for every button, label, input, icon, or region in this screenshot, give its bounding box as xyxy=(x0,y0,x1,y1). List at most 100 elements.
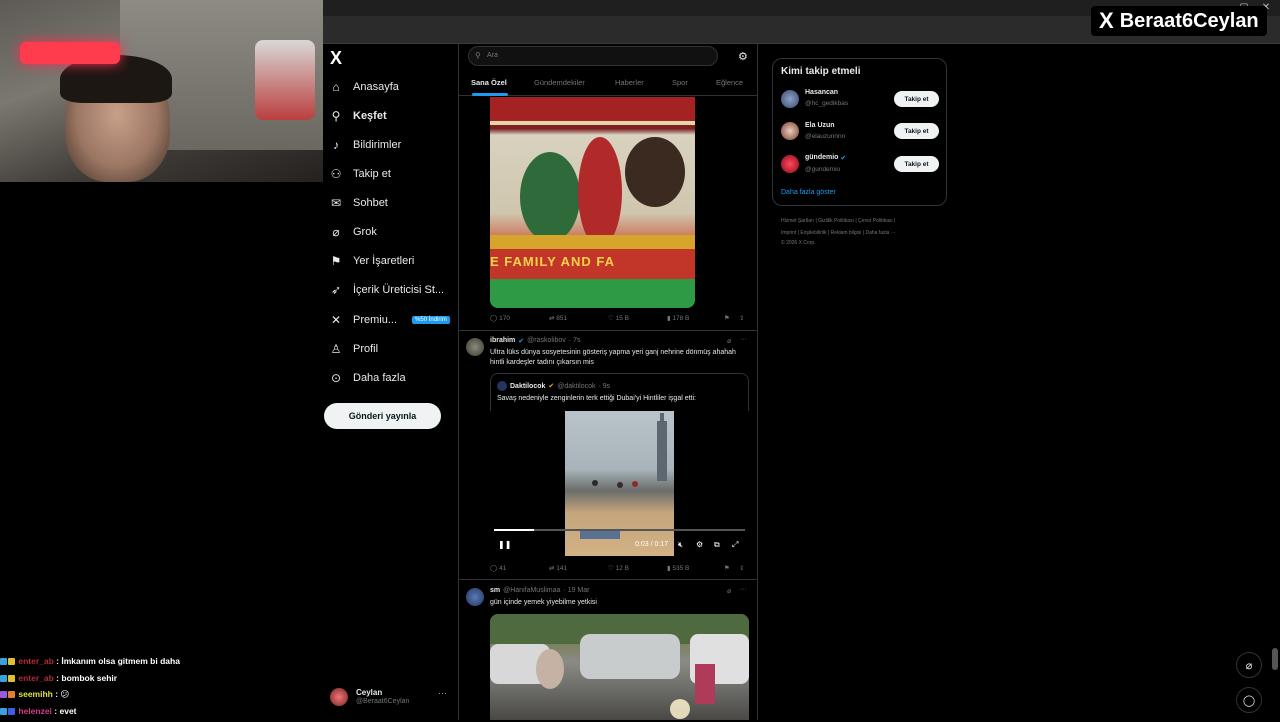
post1-actions: ◯ 170 ⇄ 851 ♡ 15 B ▮ 178 B ⚑ ⇪ xyxy=(490,314,750,324)
settings-icon[interactable]: ⚙ xyxy=(696,540,703,549)
gear-icon[interactable]: ⚙ xyxy=(738,50,748,63)
video-player[interactable]: ❚❚ 0:03 / 0:17 🔇︎ ⚙ ⧉ ⤢ xyxy=(490,411,749,556)
share-icon[interactable]: ⇪ xyxy=(739,314,744,322)
more-icon[interactable]: ··· xyxy=(438,688,447,698)
nav-item-bildirimler[interactable]: ♪ Bildirimler xyxy=(330,135,401,155)
bell-icon: ♪ xyxy=(333,138,339,152)
grok-icon[interactable]: ⌀ xyxy=(727,337,731,345)
repost-button[interactable]: ⇄ 141 xyxy=(549,564,567,572)
page-scrollbar[interactable] xyxy=(1272,648,1278,670)
mail-icon: ✉ xyxy=(330,196,342,210)
grok-float-button[interactable]: ⌀ xyxy=(1236,652,1262,678)
quote-header: Daktilocok ✔ @daktilocok · 9s xyxy=(497,381,610,391)
chat-username: helenzei xyxy=(18,706,52,716)
x-home-logo-icon[interactable]: X xyxy=(330,48,342,69)
bookmark-icon[interactable]: ⚑ xyxy=(724,564,730,572)
webcam-overlay xyxy=(0,0,323,182)
search-icon: ⚲ xyxy=(475,51,481,60)
suggestion-name[interactable]: gündemio xyxy=(805,154,838,162)
show-more-link[interactable]: Daha fazla göster xyxy=(781,189,836,196)
verified-icon: ✔ xyxy=(840,155,847,162)
who-to-follow-title: Kimi takip etmeli xyxy=(781,66,861,77)
pause-icon[interactable]: ❚❚ xyxy=(498,540,511,549)
nav-item-kesfet[interactable]: ⚲ Keşfet xyxy=(330,106,387,126)
tab-sana-ozel[interactable]: Sana Özel xyxy=(471,78,507,87)
follow-button[interactable]: Takip et xyxy=(894,91,939,107)
like-button[interactable]: ♡ 12 B xyxy=(608,564,629,572)
chat-message: enter_ab : bombok sehir xyxy=(0,673,323,689)
chat-username: enter_ab xyxy=(18,673,54,683)
footer-copyright: © 2026 X Corp. xyxy=(781,240,816,246)
post-button[interactable]: Gönderi yayınla xyxy=(324,403,441,429)
tab-gundemdekiler[interactable]: Gündemdekiler xyxy=(534,78,585,87)
nav-item-yer-isaretleri[interactable]: ⚑ Yer İşaretleri xyxy=(330,251,415,271)
footer-links-row1[interactable]: Hizmet Şartları | Gizlilik Politikası | … xyxy=(781,215,946,227)
post-text: Ultra lüks dünya sosyetesinin gösteriş y… xyxy=(490,349,736,366)
nav-item-icerik-ureticisi[interactable]: ➶ İçerik Üreticisi St... xyxy=(330,280,444,300)
more-icon[interactable]: ··· xyxy=(740,586,747,593)
post-media-image[interactable] xyxy=(490,97,695,308)
avatar[interactable] xyxy=(781,90,799,108)
quote-author-name: Daktilocok xyxy=(510,382,546,390)
nav-item-grok[interactable]: ⌀ Grok xyxy=(330,222,376,242)
nav-item-anasayfa[interactable]: ⌂ Anasayfa xyxy=(330,77,399,97)
bookmark-icon[interactable]: ⚑ xyxy=(724,314,730,322)
tab-spor[interactable]: Spor xyxy=(672,78,688,87)
suggestion-handle: @gundemio xyxy=(805,166,841,173)
pip-icon[interactable]: ⧉ xyxy=(714,540,720,550)
account-handle: @Beraat6Ceylan xyxy=(356,698,410,705)
chat-username: enter_ab xyxy=(18,656,54,666)
messages-float-button[interactable]: ◯ xyxy=(1236,687,1262,713)
video-progress-bar[interactable] xyxy=(494,529,745,531)
follow-button[interactable]: Takip et xyxy=(894,156,939,172)
fullscreen-icon[interactable]: ⤢ xyxy=(732,540,738,550)
post3-header: sm @HanifaMuslimaa · 19 Mar xyxy=(490,587,589,594)
avatar[interactable] xyxy=(466,338,484,356)
author-handle[interactable]: @raskolibov xyxy=(527,337,566,345)
repost-button[interactable]: ⇄ 851 xyxy=(549,314,567,322)
mute-icon[interactable]: 🔇︎ xyxy=(678,540,683,550)
nav-item-sohbet[interactable]: ✉ Sohbet xyxy=(330,193,388,213)
nav-item-premium[interactable]: ✕ Premiu... %50 İndirim xyxy=(330,310,450,330)
chat-text: evet xyxy=(59,706,77,716)
suggestion-name[interactable]: Ela Uzun xyxy=(805,122,835,129)
views-button[interactable]: ▮ 535 B xyxy=(667,564,689,572)
avatar xyxy=(330,688,348,706)
follow-button[interactable]: Takip et xyxy=(894,123,939,139)
tab-eglence[interactable]: Eğlence xyxy=(716,78,743,87)
author-name[interactable]: sm xyxy=(490,587,500,594)
reply-button[interactable]: ◯ 170 xyxy=(490,314,510,322)
author-handle[interactable]: @HanifaMuslimaa xyxy=(503,587,560,594)
post-media-image[interactable] xyxy=(490,614,749,720)
stadium-tifo-image xyxy=(490,97,695,308)
tab-haberler[interactable]: Haberler xyxy=(615,78,644,87)
views-button[interactable]: ▮ 178 B xyxy=(667,314,689,322)
search-input[interactable]: ⚲ Ara xyxy=(468,46,718,66)
nav-item-daha-fazla[interactable]: ⊙ Daha fazla xyxy=(330,368,406,388)
chat-message: enter_ab : İmkanım olsa gitmem bi daha xyxy=(0,656,323,672)
share-icon[interactable]: ⇪ xyxy=(739,564,744,572)
grok-icon: ⌀ xyxy=(332,225,340,239)
avatar[interactable] xyxy=(466,588,484,606)
active-tab-indicator xyxy=(472,93,508,96)
nav-item-takip-et[interactable]: ⚇ Takip et xyxy=(330,164,391,184)
author-name[interactable]: ibrahim xyxy=(490,337,515,345)
post-time: · 7s xyxy=(568,337,581,344)
more-icon[interactable]: ··· xyxy=(740,336,747,343)
bookmark-icon: ⚑ xyxy=(330,254,342,268)
post-divider xyxy=(458,330,758,331)
streamer-brand: X Beraat6Ceylan xyxy=(1091,6,1267,36)
video-time: 0:03 / 0:17 xyxy=(635,541,669,548)
suggestion-name[interactable]: Hasancan xyxy=(805,89,838,96)
avatar[interactable] xyxy=(781,122,799,140)
stadium-banner-text: E FAMILY AND FA xyxy=(490,254,616,269)
grok-icon[interactable]: ⌀ xyxy=(727,587,731,595)
avatar[interactable] xyxy=(781,155,799,173)
like-button[interactable]: ♡ 15 B xyxy=(608,314,629,322)
nav-item-profil[interactable]: ♙ Profil xyxy=(330,339,378,359)
chat-text: İmkanım olsa gitmem bi daha xyxy=(61,656,180,666)
reply-button[interactable]: ◯ 41 xyxy=(490,564,506,572)
chat-bubble-icon: ◯ xyxy=(1242,694,1256,707)
grok-icon: ⌀ xyxy=(1245,659,1253,672)
account-switcher[interactable]: Ceylan @Beraat6Ceylan ··· xyxy=(330,686,450,710)
